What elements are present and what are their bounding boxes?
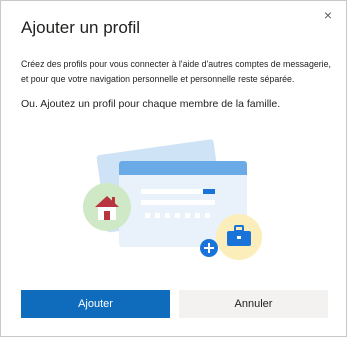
profile-illustration xyxy=(83,139,262,260)
add-button[interactable]: Ajouter xyxy=(21,290,170,318)
cancel-button[interactable]: Annuler xyxy=(179,290,328,318)
add-profile-dialog: × Ajouter un profil Créez des profils po… xyxy=(0,0,347,337)
dialog-description: Créez des profils pour vous connecter à … xyxy=(21,59,331,84)
dialog-description-family: Ou. Ajoutez un profil pour chaque membre… xyxy=(21,98,281,110)
briefcase-icon xyxy=(216,214,262,260)
close-icon[interactable]: × xyxy=(320,7,336,23)
home-icon xyxy=(83,183,131,231)
plus-circle-icon xyxy=(200,239,218,257)
dialog-title: Ajouter un profil xyxy=(21,18,141,37)
